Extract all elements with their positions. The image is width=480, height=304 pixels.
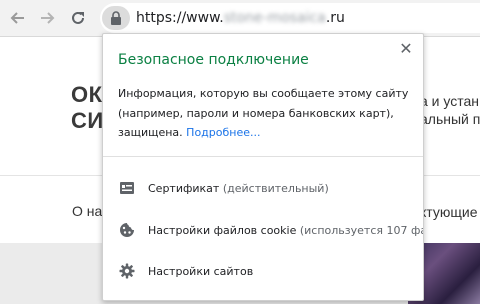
forward-button[interactable]	[35, 6, 59, 30]
address-bar[interactable]: https://www.stone-mosaica.ru	[100, 3, 480, 33]
page-mid-left-text: О на	[72, 203, 103, 219]
cookie-settings-label-text: Настройки файлов cookie	[148, 223, 297, 237]
popup-divider	[103, 156, 423, 157]
page-mid-right-text: ктующие	[420, 204, 478, 220]
popup-title: Безопасное подключение	[118, 52, 309, 68]
site-info-button[interactable]	[102, 6, 130, 30]
page-right-line1: а и устан	[420, 93, 480, 109]
page-right-line2: альный па	[420, 111, 480, 127]
popup-description: Информация, которую вы сообщаете этому с…	[118, 84, 418, 143]
page-right-text: а и устан альный па	[420, 92, 480, 128]
forward-arrow-icon	[41, 12, 55, 24]
certificate-label-text: Сертификат	[148, 181, 220, 195]
popup-description-text: Информация, которую вы сообщаете этому с…	[118, 87, 409, 139]
reload-icon	[72, 11, 84, 24]
certificate-status: (действительный)	[222, 181, 329, 195]
certificate-label: Сертификат (действительный)	[148, 182, 329, 195]
site-info-popup: Безопасное подключение ✕ Информация, кот…	[102, 33, 424, 301]
browser-toolbar: https://www.stone-mosaica.ru	[0, 0, 480, 37]
cookie-icon	[120, 223, 134, 237]
certificate-icon	[120, 182, 134, 194]
back-button[interactable]	[6, 6, 30, 30]
close-icon[interactable]: ✕	[397, 40, 415, 58]
lock-icon	[111, 11, 121, 25]
learn-more-link[interactable]: Подробнее...	[186, 126, 260, 139]
site-settings-item[interactable]: Настройки сайтов	[103, 253, 423, 289]
site-settings-label: Настройки сайтов	[148, 264, 254, 278]
url-text: https://www.stone-mosaica.ru	[136, 10, 345, 26]
gear-icon	[119, 263, 135, 279]
url-prefix: https://www.	[136, 10, 224, 26]
cookie-usage-text: (используется 107 фа	[299, 223, 423, 237]
url-tld: .ru	[325, 10, 345, 26]
cookie-settings-item[interactable]: Настройки файлов cookie (используется 10…	[103, 212, 423, 248]
url-host-obscured: stone-mosaica	[223, 10, 326, 26]
back-arrow-icon	[10, 12, 24, 24]
reload-button[interactable]	[66, 6, 90, 30]
cookie-settings-label: Настройки файлов cookie (используется 10…	[148, 224, 423, 237]
certificate-item[interactable]: Сертификат (действительный)	[103, 170, 423, 206]
